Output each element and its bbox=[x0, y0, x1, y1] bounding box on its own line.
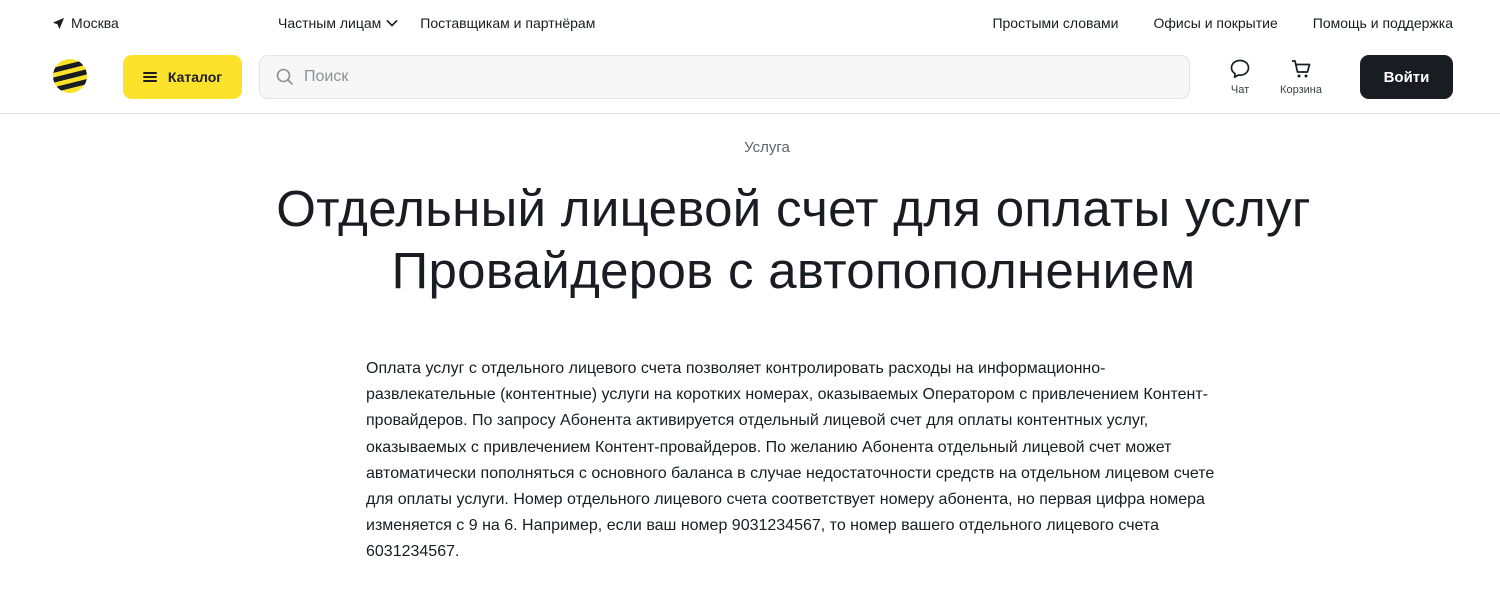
catalog-button[interactable]: Каталог bbox=[123, 55, 242, 99]
search-icon bbox=[276, 68, 294, 86]
chat-button[interactable]: Чат bbox=[1226, 58, 1254, 96]
info-nav: Простыми словами Офисы и покрытие Помощь… bbox=[992, 15, 1453, 31]
page-title-line-1: Отдельный лицевой счет для оплаты услуг bbox=[276, 180, 1311, 237]
nav-help-support[interactable]: Помощь и поддержка bbox=[1313, 15, 1453, 31]
service-eyebrow: Услуга bbox=[744, 139, 790, 156]
nav-offices-coverage[interactable]: Офисы и покрытие bbox=[1154, 15, 1278, 31]
page-title-line-2: Провайдеров с автопополнением bbox=[391, 242, 1196, 299]
city-selector[interactable]: Москва bbox=[52, 15, 119, 31]
catalog-label: Каталог bbox=[167, 69, 223, 85]
search-bar[interactable] bbox=[259, 55, 1190, 99]
main-header: Каталог Чат Корзина Войти bbox=[0, 48, 1500, 114]
menu-icon bbox=[142, 72, 157, 82]
nav-private-persons[interactable]: Частным лицам bbox=[278, 15, 398, 31]
beeline-logo-icon[interactable] bbox=[52, 58, 88, 94]
city-label: Москва bbox=[71, 15, 119, 31]
cart-button[interactable]: Корзина bbox=[1274, 58, 1328, 96]
nav-partners-label: Поставщикам и партнёрам bbox=[420, 15, 596, 31]
cart-icon bbox=[1292, 60, 1311, 78]
page-title: Отдельный лицевой счет для оплаты услуг … bbox=[240, 178, 1347, 302]
location-arrow-icon bbox=[52, 17, 65, 29]
chat-bubble-icon bbox=[1230, 59, 1250, 79]
top-bar: Москва Частным лицам Поставщикам и партн… bbox=[0, 0, 1500, 48]
service-description: Оплата услуг с отдельного лицевого счета… bbox=[366, 360, 1215, 561]
chevron-down-icon bbox=[386, 19, 398, 27]
cart-label: Корзина bbox=[1280, 84, 1322, 96]
search-input[interactable] bbox=[304, 68, 1154, 86]
nav-simple-words[interactable]: Простыми словами bbox=[992, 15, 1118, 31]
audience-nav: Частным лицам Поставщикам и партнёрам bbox=[278, 15, 595, 31]
chat-label: Чат bbox=[1230, 84, 1250, 96]
login-button[interactable]: Войти bbox=[1360, 55, 1453, 99]
nav-partners[interactable]: Поставщикам и партнёрам bbox=[420, 15, 595, 31]
nav-private-persons-label: Частным лицам bbox=[278, 15, 382, 31]
